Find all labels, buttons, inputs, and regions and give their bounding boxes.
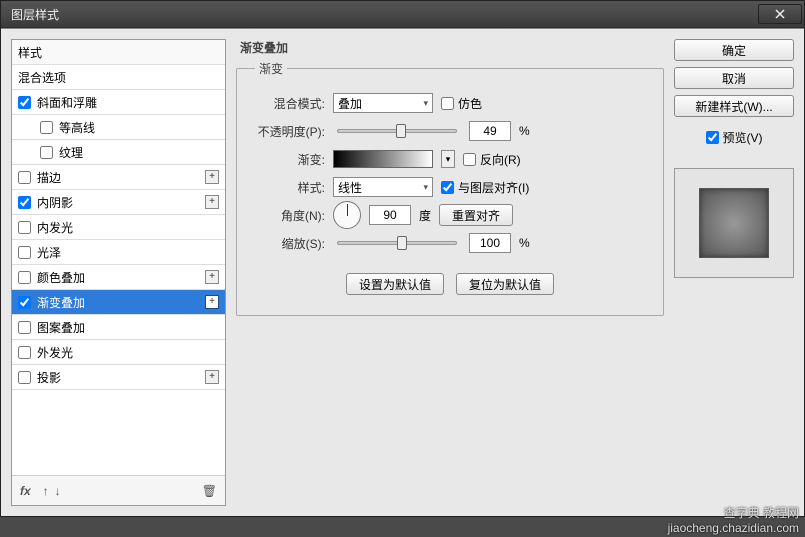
add-drop-shadow-icon[interactable]: +	[205, 370, 219, 384]
style-check-texture[interactable]	[40, 146, 53, 159]
angle-dial[interactable]	[333, 201, 361, 229]
reverse-checkbox[interactable]	[463, 153, 476, 166]
opacity-slider[interactable]	[337, 129, 457, 133]
add-inner-shadow-icon[interactable]: +	[205, 195, 219, 209]
style-item-bevel[interactable]: 斜面和浮雕	[12, 90, 225, 115]
style-item-contour[interactable]: 等高线	[12, 115, 225, 140]
window-title: 图层样式	[11, 6, 59, 23]
style-check-pattern-overlay[interactable]	[18, 321, 31, 334]
gradient-fieldset: 渐变 混合模式: 叠加 仿色 不透明度(P): % 渐变:	[236, 60, 664, 316]
fx-menu-icon[interactable]: fx	[20, 484, 31, 498]
opacity-unit: %	[519, 124, 530, 138]
style-check-contour[interactable]	[40, 121, 53, 134]
style-check-outer-glow[interactable]	[18, 346, 31, 359]
dither-checkbox[interactable]	[441, 97, 454, 110]
gradient-label: 渐变:	[255, 151, 325, 168]
fieldset-legend: 渐变	[255, 60, 287, 77]
style-check-stroke[interactable]	[18, 171, 31, 184]
reset-align-button[interactable]: 重置对齐	[439, 204, 513, 226]
trash-icon[interactable]: 🗑	[202, 484, 217, 498]
move-up-icon[interactable]: ↑	[43, 484, 49, 498]
style-check-gradient-overlay[interactable]	[18, 296, 31, 309]
angle-unit: 度	[419, 207, 431, 224]
blending-options-row[interactable]: 混合选项	[12, 65, 225, 90]
reset-default-button[interactable]: 复位为默认值	[456, 273, 554, 295]
ok-button[interactable]: 确定	[674, 39, 794, 61]
gradient-dropdown-icon[interactable]: ▾	[441, 150, 455, 168]
reverse-check[interactable]: 反向(R)	[463, 151, 521, 168]
preview-check[interactable]: 预览(V)	[674, 129, 794, 146]
close-icon	[775, 9, 785, 19]
align-check[interactable]: 与图层对齐(I)	[441, 179, 529, 196]
style-item-pattern-overlay[interactable]: 图案叠加	[12, 315, 225, 340]
style-label: 样式:	[255, 179, 325, 196]
blend-mode-select[interactable]: 叠加	[333, 93, 433, 113]
watermark: 查字典 教程网 jiaocheng.chazidian.com	[668, 506, 799, 535]
style-check-inner-glow[interactable]	[18, 221, 31, 234]
align-checkbox[interactable]	[441, 181, 454, 194]
style-item-texture[interactable]: 纹理	[12, 140, 225, 165]
style-item-inner-shadow[interactable]: 内阴影 +	[12, 190, 225, 215]
action-panel: 确定 取消 新建样式(W)... 预览(V)	[674, 39, 794, 506]
blend-mode-label: 混合模式:	[255, 95, 325, 112]
angle-label: 角度(N):	[255, 207, 325, 224]
angle-input[interactable]	[369, 205, 411, 225]
add-stroke-icon[interactable]: +	[205, 170, 219, 184]
scale-input[interactable]	[469, 233, 511, 253]
panel-title: 渐变叠加	[236, 39, 664, 60]
titlebar[interactable]: 图层样式	[1, 1, 804, 28]
style-item-outer-glow[interactable]: 外发光	[12, 340, 225, 365]
style-check-drop-shadow[interactable]	[18, 371, 31, 384]
opacity-label: 不透明度(P):	[255, 123, 325, 140]
preview-swatch	[699, 188, 769, 258]
preview-checkbox[interactable]	[706, 131, 719, 144]
scale-label: 缩放(S):	[255, 235, 325, 252]
dialog-content: 样式 混合选项 斜面和浮雕 等高线 纹理 描边 + 内阴影	[1, 28, 804, 516]
style-item-color-overlay[interactable]: 颜色叠加 +	[12, 265, 225, 290]
style-check-bevel[interactable]	[18, 96, 31, 109]
styles-header[interactable]: 样式	[12, 40, 225, 65]
style-check-color-overlay[interactable]	[18, 271, 31, 284]
add-color-overlay-icon[interactable]: +	[205, 270, 219, 284]
style-item-gradient-overlay[interactable]: 渐变叠加 +	[12, 290, 225, 315]
style-check-satin[interactable]	[18, 246, 31, 259]
scale-unit: %	[519, 236, 530, 250]
style-item-satin[interactable]: 光泽	[12, 240, 225, 265]
opacity-input[interactable]	[469, 121, 511, 141]
scale-slider[interactable]	[337, 241, 457, 245]
dither-check[interactable]: 仿色	[441, 95, 482, 112]
style-item-drop-shadow[interactable]: 投影 +	[12, 365, 225, 390]
make-default-button[interactable]: 设置为默认值	[346, 273, 444, 295]
style-item-stroke[interactable]: 描边 +	[12, 165, 225, 190]
gradient-swatch[interactable]	[333, 150, 433, 168]
new-style-button[interactable]: 新建样式(W)...	[674, 95, 794, 117]
style-check-inner-shadow[interactable]	[18, 196, 31, 209]
style-item-inner-glow[interactable]: 内发光	[12, 215, 225, 240]
layer-style-dialog: 图层样式 样式 混合选项 斜面和浮雕 等高线 纹理 描边 +	[0, 0, 805, 517]
cancel-button[interactable]: 取消	[674, 67, 794, 89]
styles-list-panel: 样式 混合选项 斜面和浮雕 等高线 纹理 描边 + 内阴影	[11, 39, 226, 506]
settings-panel: 渐变叠加 渐变 混合模式: 叠加 仿色 不透明度(P): %	[236, 39, 664, 506]
move-down-icon[interactable]: ↓	[55, 484, 61, 498]
preview-box	[674, 168, 794, 278]
close-button[interactable]	[758, 4, 802, 24]
style-select[interactable]: 线性	[333, 177, 433, 197]
add-gradient-overlay-icon[interactable]: +	[205, 295, 219, 309]
styles-footer: fx ↑ ↓ 🗑	[12, 475, 225, 505]
